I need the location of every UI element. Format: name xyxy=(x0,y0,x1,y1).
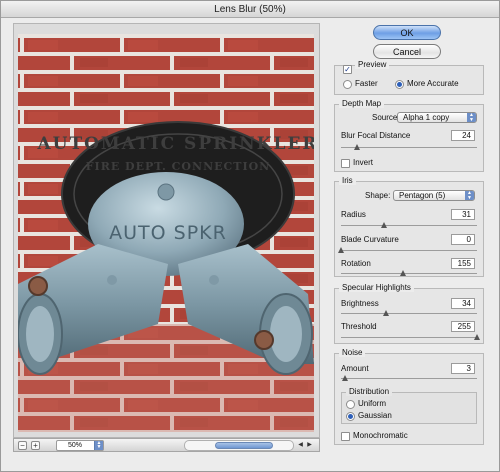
uniform-label: Uniform xyxy=(358,399,387,408)
depth-map-group: Depth Map Source: Alpha 1 copy ▲ ▼ Blur F… xyxy=(334,99,484,172)
threshold-label: Threshold xyxy=(341,322,377,331)
preview-area: AUTOMATIC SPRINKLER FIRE DEPT. CONNECTIO… xyxy=(13,23,320,438)
radius-knob[interactable] xyxy=(381,222,387,228)
specular-group: Specular Highlights Brightness 34 Thresh… xyxy=(334,283,484,344)
select-arrows-icon: ▲ ▼ xyxy=(465,191,474,200)
rotation-label: Rotation xyxy=(341,259,371,268)
preview-hscrollbar[interactable]: ◀ ▶ xyxy=(184,440,314,451)
brightness-slider[interactable] xyxy=(341,310,477,316)
blade-curvature-slider[interactable] xyxy=(338,247,477,253)
source-select[interactable]: Alpha 1 copy ▲ ▼ xyxy=(397,112,477,123)
brightness-input[interactable]: 34 xyxy=(451,298,475,309)
zoom-out-button[interactable]: − xyxy=(18,441,27,450)
rotation-knob[interactable] xyxy=(400,270,406,276)
brightness-knob[interactable] xyxy=(383,310,389,316)
body-text: AUTO SPKR xyxy=(109,222,227,244)
rotation-input[interactable]: 155 xyxy=(451,258,475,269)
scroll-right-icon[interactable]: ▶ xyxy=(305,441,314,450)
radius-label: Radius xyxy=(341,210,366,219)
threshold-input[interactable]: 255 xyxy=(451,321,475,332)
distribution-heading: Distribution xyxy=(346,387,393,396)
noise-group: Noise Amount 3 Distribution Uniform Gaus… xyxy=(334,348,484,445)
blur-focal-slider[interactable] xyxy=(341,144,477,150)
iris-heading: Iris xyxy=(339,176,356,185)
shape-label: Shape: xyxy=(365,191,391,200)
rotation-slider[interactable] xyxy=(341,270,477,276)
source-value: Alpha 1 copy xyxy=(403,113,450,122)
preview-image[interactable]: AUTOMATIC SPRINKLER FIRE DEPT. CONNECTIO… xyxy=(18,34,314,432)
gaussian-label: Gaussian xyxy=(358,411,392,420)
ok-button[interactable]: OK xyxy=(373,25,441,40)
noise-heading: Noise xyxy=(339,348,366,357)
invert-label: Invert xyxy=(353,158,374,167)
blur-focal-input[interactable]: 24 xyxy=(451,130,475,141)
brightness-label: Brightness xyxy=(341,299,379,308)
uniform-radio[interactable] xyxy=(346,400,355,409)
blade-curvature-label: Blade Curvature xyxy=(341,235,399,244)
shape-value: Pentagon (5) xyxy=(399,191,446,200)
monochromatic-checkbox[interactable] xyxy=(341,432,350,441)
zoom-field[interactable]: 50% ▲ ▼ xyxy=(56,440,104,451)
preview-checkbox[interactable]: ✓ xyxy=(343,65,352,74)
plate-text-top: AUTOMATIC SPRINKLER xyxy=(36,134,314,154)
depth-map-heading: Depth Map xyxy=(339,99,385,108)
scroll-track[interactable] xyxy=(184,440,294,451)
gaussian-radio[interactable] xyxy=(346,412,355,421)
invert-checkbox[interactable] xyxy=(341,159,350,168)
specular-heading: Specular Highlights xyxy=(339,283,414,292)
blade-curvature-input[interactable]: 0 xyxy=(451,234,475,245)
select-arrows-icon: ▲ ▼ xyxy=(467,113,476,122)
more-accurate-radio[interactable] xyxy=(395,80,404,89)
monochromatic-label: Monochromatic xyxy=(353,431,408,440)
iris-group: Iris Shape: Pentagon (5) ▲ ▼ Radius 31 Bl… xyxy=(334,176,484,277)
zoom-value: 50% xyxy=(68,442,83,449)
source-label: Source: xyxy=(372,113,400,122)
amount-label: Amount xyxy=(341,364,369,373)
blur-focal-label: Blur Focal Distance xyxy=(341,131,411,140)
zoom-in-button[interactable]: + xyxy=(31,441,40,450)
faster-label: Faster xyxy=(355,79,378,88)
scroll-left-icon[interactable]: ◀ xyxy=(296,441,305,450)
plate-text-mid: FIRE DEPT. CONNECTION xyxy=(86,160,271,173)
lens-blur-dialog: Lens Blur (50%) AUTOMATIC SPRINKLER FIRE… xyxy=(0,0,500,472)
amount-slider[interactable] xyxy=(341,375,477,381)
window-title: Lens Blur (50%) xyxy=(1,1,499,18)
radius-input[interactable]: 31 xyxy=(451,209,475,220)
threshold-slider[interactable] xyxy=(341,334,480,340)
scroll-thumb[interactable] xyxy=(215,442,273,449)
blade-curvature-knob[interactable] xyxy=(338,247,344,253)
distribution-group: Distribution Uniform Gaussian xyxy=(341,387,477,424)
preview-group: ✓ Preview Faster More Accurate xyxy=(334,60,484,95)
shape-select[interactable]: Pentagon (5) ▲ ▼ xyxy=(393,190,475,201)
zoom-stepper-icon[interactable]: ▲ ▼ xyxy=(94,441,103,450)
threshold-knob[interactable] xyxy=(474,334,480,340)
blur-focal-knob[interactable] xyxy=(354,144,360,150)
amount-knob[interactable] xyxy=(342,375,348,381)
faster-radio[interactable] xyxy=(343,80,352,89)
preview-nav-bar: − + 50% ▲ ▼ ◀ ▶ xyxy=(13,438,320,452)
more-accurate-label: More Accurate xyxy=(407,79,459,88)
cancel-button[interactable]: Cancel xyxy=(373,44,441,59)
preview-label: Preview xyxy=(355,60,390,69)
amount-input[interactable]: 3 xyxy=(451,363,475,374)
radius-slider[interactable] xyxy=(341,222,477,228)
